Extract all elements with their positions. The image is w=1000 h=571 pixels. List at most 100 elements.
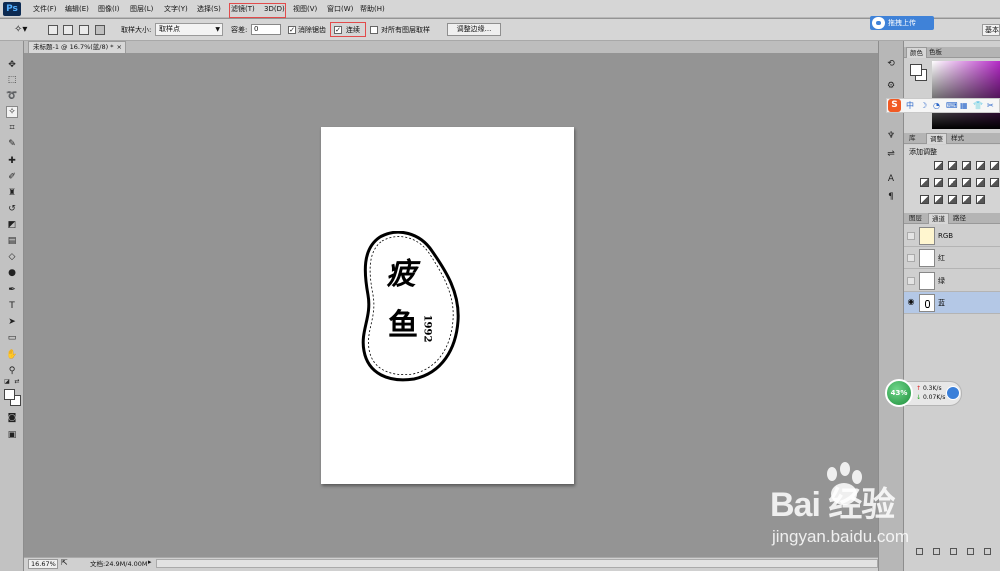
lasso-tool-icon[interactable]: ➰ (6, 90, 18, 102)
curves-icon[interactable] (962, 161, 971, 170)
move-tool-icon[interactable]: ✥ (6, 59, 18, 71)
brush-tool-icon[interactable]: ✐ (6, 171, 18, 183)
hand-tool-icon[interactable]: ✋ (6, 349, 18, 361)
hue-saturation-icon[interactable] (920, 178, 929, 187)
share-icon[interactable]: ⇱ (61, 558, 68, 567)
color-spectrum[interactable] (932, 61, 1000, 129)
color-balance-icon[interactable] (934, 178, 943, 187)
menu-select[interactable]: 选择(S) (197, 0, 221, 18)
channel-row-red[interactable]: 红 (904, 247, 1000, 269)
panel-foreground-swatch[interactable] (910, 64, 922, 76)
menu-help[interactable]: 帮助(H) (360, 0, 385, 18)
paragraph-panel-icon[interactable]: ¶ (885, 191, 897, 203)
refine-edge-button[interactable]: 调整边缘... (447, 23, 501, 36)
zoom-level-field[interactable]: 16.67% (28, 559, 58, 569)
eye-icon[interactable]: ◉ (907, 298, 915, 307)
tab-library[interactable]: 库 (906, 133, 919, 144)
eyedropper-tool-icon[interactable]: ✎ (6, 138, 18, 150)
contiguous-checkbox[interactable]: ✓ (334, 26, 342, 34)
history-brush-tool-icon[interactable]: ↺ (6, 203, 18, 215)
properties-panel-icon[interactable]: ⚙ (885, 80, 897, 92)
ime-keyboard-icon[interactable]: ⌨ (946, 99, 958, 112)
magic-wand-preset-icon[interactable]: ✧▾ (14, 19, 27, 41)
black-white-icon[interactable] (948, 178, 957, 187)
new-page-icon[interactable] (967, 548, 974, 555)
channel-row-blue[interactable]: ◉ 蓝 (904, 292, 1000, 314)
menu-window[interactable]: 窗口(W) (327, 0, 353, 18)
ime-moon-icon[interactable]: ☽ (920, 99, 927, 112)
channel-row-green[interactable]: 绿 (904, 270, 1000, 292)
default-colors-icon[interactable]: ◪ (3, 378, 11, 386)
sample-size-select[interactable]: 取样点 ▼ (155, 23, 223, 36)
ime-skin-icon[interactable]: 👕 (973, 99, 983, 112)
intersect-selection-icon[interactable] (95, 25, 105, 35)
tab-color[interactable]: 颜色 (906, 47, 927, 58)
menu-file[interactable]: 文件(F) (33, 0, 57, 18)
invert-icon[interactable] (920, 195, 929, 204)
new-channel-icon[interactable] (950, 548, 957, 555)
ime-punct-icon[interactable]: ◔ (933, 99, 940, 112)
tab-adjustments[interactable]: 调整 (926, 133, 947, 144)
type-tool-icon[interactable]: T (6, 300, 18, 312)
blur-tool-icon[interactable]: ◇ (6, 251, 18, 263)
menu-image[interactable]: 图像(I) (98, 0, 120, 18)
marquee-tool-icon[interactable]: ⬚ (6, 74, 18, 86)
visibility-toggle[interactable] (907, 232, 915, 240)
load-selection-icon[interactable] (916, 548, 923, 555)
menu-view[interactable]: 视图(V) (293, 0, 317, 18)
sample-all-layers-checkbox[interactable] (370, 26, 378, 34)
tab-swatches[interactable]: 色板 (926, 47, 945, 58)
tab-styles[interactable]: 样式 (948, 133, 967, 144)
posterize-icon[interactable] (934, 195, 943, 204)
vibrance-icon[interactable] (990, 161, 999, 170)
add-selection-icon[interactable] (63, 25, 73, 35)
rectangle-tool-icon[interactable]: ▭ (6, 332, 18, 344)
selective-color-icon[interactable] (976, 195, 985, 204)
healing-brush-tool-icon[interactable]: ✚ (6, 155, 18, 167)
channel-row-rgb[interactable]: RGB (904, 225, 1000, 247)
channel-mixer-icon[interactable] (976, 178, 985, 187)
delete-channel-icon[interactable] (984, 548, 991, 555)
menu-edit[interactable]: 编辑(E) (65, 0, 89, 18)
menu-type[interactable]: 文字(Y) (164, 0, 188, 18)
eraser-tool-icon[interactable]: ◩ (6, 219, 18, 231)
brush-panel-icon[interactable]: ♆ (885, 130, 897, 142)
canvas-document[interactable]: 疲 鱼 1992 (321, 127, 574, 484)
path-selection-tool-icon[interactable]: ➤ (6, 316, 18, 328)
tab-channels[interactable]: 通道 (928, 213, 949, 224)
swap-colors-icon[interactable]: ⇄ (13, 378, 21, 386)
tab-layers[interactable]: 图层 (906, 213, 925, 224)
gradient-map-icon[interactable] (962, 195, 971, 204)
horizontal-scrollbar[interactable] (156, 559, 878, 568)
workspace-switcher[interactable]: 基本 (982, 24, 1000, 36)
clone-stamp-tool-icon[interactable]: ♜ (6, 187, 18, 199)
levels-icon[interactable] (948, 161, 957, 170)
tolerance-input[interactable]: 0 (251, 24, 281, 35)
close-icon[interactable]: × (117, 42, 122, 53)
color-lookup-icon[interactable] (990, 178, 999, 187)
ime-grid-icon[interactable]: ▦ (960, 99, 968, 112)
gradient-tool-icon[interactable]: ▤ (6, 235, 18, 247)
quick-mask-icon[interactable]: ◙ (6, 412, 18, 424)
character-panel-icon[interactable]: A (885, 173, 897, 185)
photo-filter-icon[interactable] (962, 178, 971, 187)
crop-tool-icon[interactable]: ⌗ (6, 122, 18, 134)
drag-upload-button[interactable]: 拖拽上传 (870, 16, 934, 30)
dodge-tool-icon[interactable]: ● (6, 267, 18, 279)
document-tab[interactable]: 未标题-1 @ 16.7%(蓝/8) * × (28, 41, 126, 53)
new-selection-icon[interactable] (48, 25, 58, 35)
rocket-icon[interactable] (946, 386, 960, 400)
magic-wand-tool-icon[interactable]: ✧ (6, 106, 18, 118)
subtract-selection-icon[interactable] (79, 25, 89, 35)
visibility-toggle[interactable] (907, 254, 915, 262)
pen-tool-icon[interactable]: ✒ (6, 284, 18, 296)
screen-mode-icon[interactable]: ▣ (6, 429, 18, 441)
ime-tools-icon[interactable]: ✂ (987, 99, 994, 112)
menu-layer[interactable]: 图层(L) (130, 0, 153, 18)
antialias-checkbox[interactable]: ✓ (288, 26, 296, 34)
foreground-color-swatch[interactable] (4, 389, 15, 400)
ime-chinese-icon[interactable]: 中 (906, 99, 914, 112)
info-menu-arrow-icon[interactable]: ▸ (148, 558, 152, 566)
brightness-icon[interactable] (934, 161, 943, 170)
save-selection-icon[interactable] (933, 548, 940, 555)
